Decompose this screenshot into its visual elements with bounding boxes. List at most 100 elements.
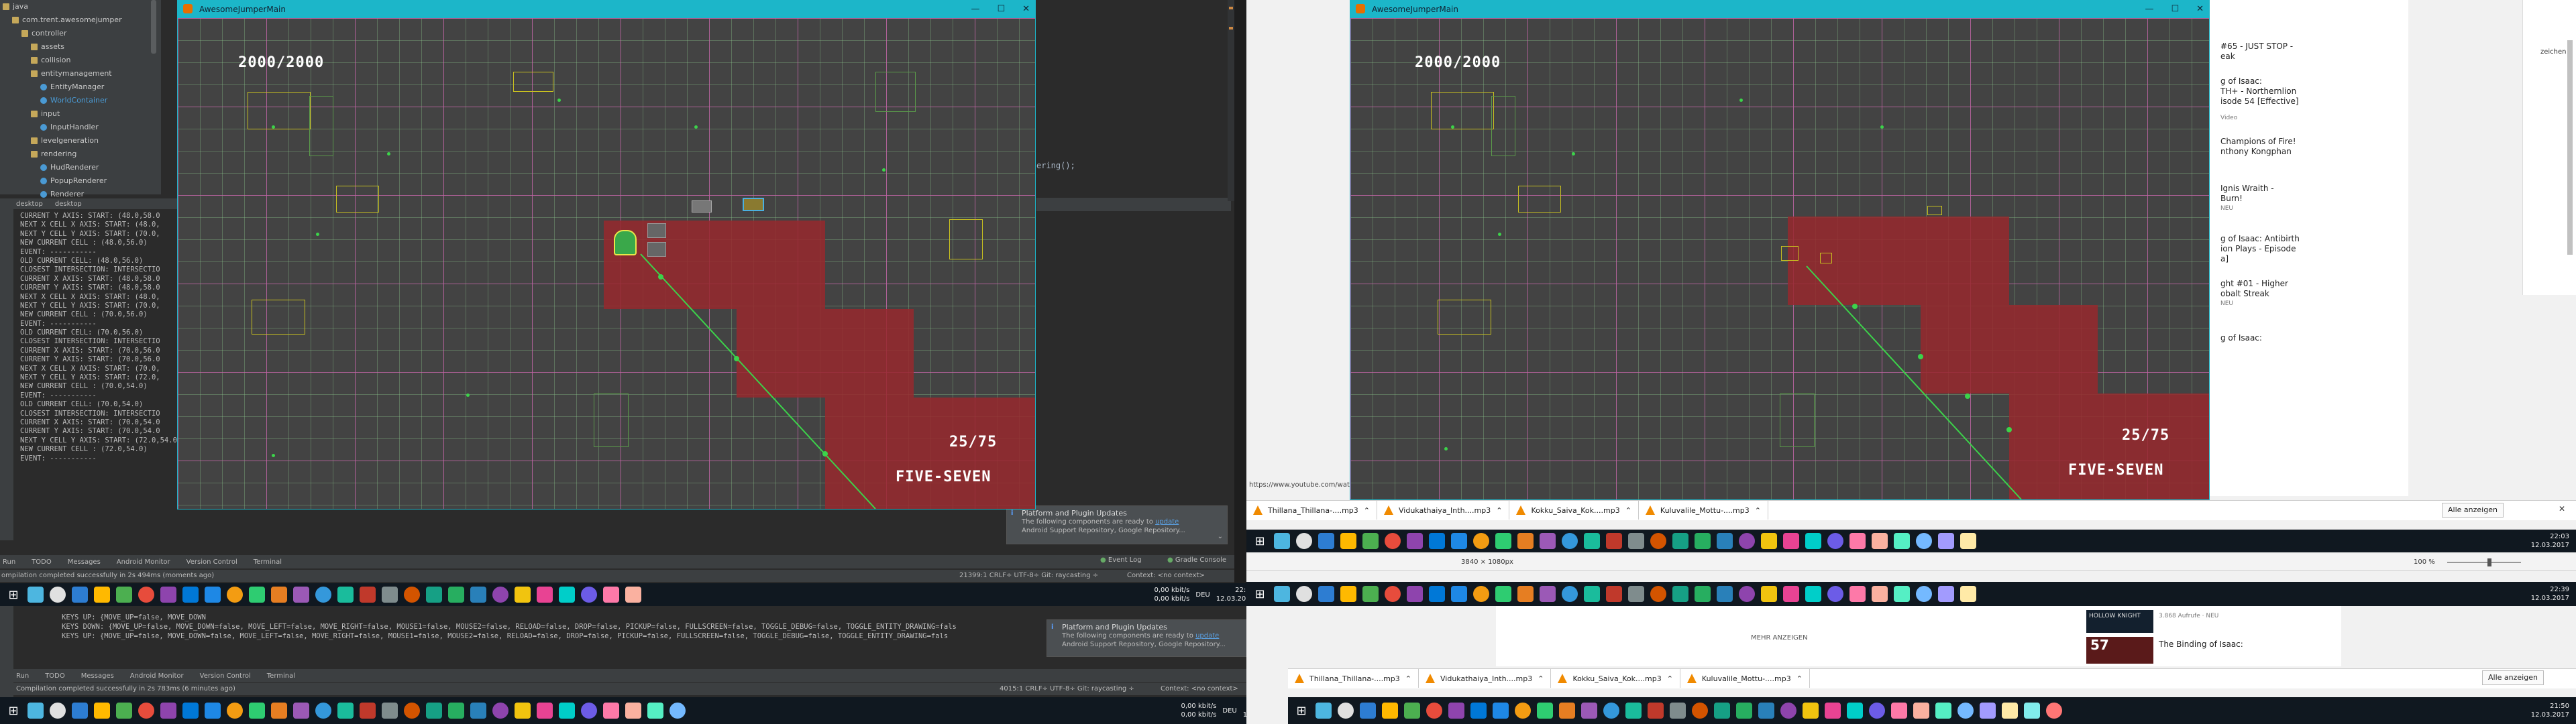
taskbar-app-icon[interactable] <box>1515 703 1531 719</box>
taskbar-app-icon[interactable] <box>116 587 132 603</box>
taskbar-app-icon[interactable] <box>1670 703 1686 719</box>
plugin-update-notification-2[interactable]: i Platform and Plugin Updates The follow… <box>1046 619 1268 657</box>
taskbar-app-icon[interactable] <box>337 587 354 603</box>
taskbar-app-icon[interactable] <box>1980 703 1996 719</box>
zoom-slider[interactable] <box>2447 558 2521 566</box>
tool-tab-version-control[interactable]: Version Control <box>186 558 237 566</box>
taskbar-app-icon[interactable] <box>1913 703 1929 719</box>
taskbar-app-icon[interactable] <box>1916 533 1932 549</box>
taskbar-app-icon[interactable] <box>271 703 287 719</box>
chevron-up-icon[interactable]: ⌃ <box>1496 506 1502 515</box>
maximize-icon[interactable]: ☐ <box>997 1 1005 18</box>
taskbar-app-icon[interactable] <box>1495 533 1511 549</box>
clock[interactable]: 21:5012.03.2017 <box>2531 702 2569 719</box>
language-indicator[interactable]: DEU <box>1222 707 1236 715</box>
taskbar-app-icon[interactable] <box>1318 586 1334 602</box>
chevron-down-icon[interactable]: ⌄ <box>1218 532 1223 541</box>
chevron-up-icon[interactable]: ⌃ <box>1538 674 1544 683</box>
taskbar-app-icon[interactable] <box>1872 586 1888 602</box>
taskbar-app-icon[interactable] <box>1340 586 1356 602</box>
taskbar-app-icon[interactable] <box>72 587 88 603</box>
video-title-fragment[interactable]: ion Plays - Episode <box>2220 244 2408 254</box>
taskbar-app-icon[interactable] <box>1517 586 1534 602</box>
taskbar-app-icon[interactable] <box>515 703 531 719</box>
tree-item[interactable]: InputHandler <box>3 121 161 134</box>
taskbar-app-icon[interactable] <box>1894 586 1910 602</box>
taskbar-app-icon[interactable] <box>1695 533 1711 549</box>
tree-scrollbar[interactable] <box>151 0 156 54</box>
game-canvas-2[interactable]: 2000/2000 25/75 FIVE-SEVEN <box>1350 18 2209 499</box>
taskbar-app-icon[interactable] <box>448 587 464 603</box>
tree-item[interactable]: PopupRenderer <box>3 174 161 188</box>
taskbar-app-icon[interactable] <box>293 587 309 603</box>
taskbar-app-icon[interactable] <box>1360 703 1376 719</box>
close-icon[interactable]: ✕ <box>1022 1 1030 18</box>
taskbar-app-icon[interactable] <box>1736 703 1752 719</box>
taskbar-app-icon[interactable] <box>1385 533 1401 549</box>
taskbar-app-icon[interactable] <box>1362 533 1379 549</box>
download-item[interactable]: Kokku_Saiva_Kok....mp3 ⌃ <box>1509 501 1639 520</box>
taskbar-app-icon[interactable] <box>1849 533 1866 549</box>
taskbar-app-icon[interactable] <box>1672 533 1688 549</box>
taskbar-app-icon[interactable] <box>1517 533 1534 549</box>
taskbar-app-icon[interactable] <box>337 703 354 719</box>
taskbar-app-icon[interactable] <box>1429 586 1445 602</box>
taskbar-app-icon[interactable] <box>1625 703 1642 719</box>
taskbar-app-icon[interactable] <box>2046 703 2062 719</box>
taskbar-app-icon[interactable] <box>1537 703 1553 719</box>
taskbar-app-icon[interactable] <box>1783 533 1799 549</box>
taskbar-app-icon[interactable] <box>470 703 486 719</box>
taskbar-app-icon[interactable] <box>1407 533 1423 549</box>
tree-item[interactable]: input <box>3 107 161 121</box>
taskbar-app-icon[interactable] <box>249 703 265 719</box>
minimize-icon[interactable]: — <box>971 1 979 18</box>
tree-item[interactable]: java <box>3 0 161 13</box>
maximize-icon[interactable]: ☐ <box>2171 1 2179 18</box>
update-link-2[interactable]: update <box>1195 632 1219 640</box>
download-item[interactable]: Kuluvalile_Mottu-....mp3 ⌃ <box>1639 501 1768 520</box>
taskbar-app-icon[interactable] <box>404 703 420 719</box>
taskbar-app-icon[interactable] <box>1803 703 1819 719</box>
tool-tab-todo[interactable]: TODO <box>32 558 52 566</box>
taskbar-app-icon[interactable] <box>1382 703 1398 719</box>
video-title-fragment[interactable]: isode 54 [Effective] <box>2220 97 2408 107</box>
taskbar-app-icon[interactable] <box>94 703 110 719</box>
taskbar-app-icon[interactable] <box>382 587 398 603</box>
taskbar-app-icon[interactable] <box>426 587 442 603</box>
taskbar-app-icon[interactable] <box>1916 586 1932 602</box>
taskbar-app-icon[interactable] <box>1451 586 1467 602</box>
chevron-up-icon[interactable]: ⌃ <box>1405 674 1411 683</box>
taskbar-app-icon[interactable] <box>1938 533 1954 549</box>
taskbar-app-icon[interactable] <box>1340 533 1356 549</box>
taskbar-app-icon[interactable] <box>1849 586 1866 602</box>
taskbar-app-icon[interactable] <box>1780 703 1796 719</box>
taskbar-app-icon[interactable] <box>1783 586 1799 602</box>
taskbar-app-icon[interactable] <box>1847 703 1863 719</box>
video-title-fragment[interactable]: obalt Streak <box>2220 289 2408 299</box>
taskbar-app-icon[interactable] <box>182 703 199 719</box>
chevron-up-icon[interactable]: ⌃ <box>1755 506 1761 515</box>
taskbar-app-icon[interactable] <box>205 587 221 603</box>
taskbar-app-icon[interactable] <box>227 587 243 603</box>
taskbar-app-icon[interactable] <box>1935 703 1951 719</box>
scroll-thumb[interactable] <box>2567 40 2573 255</box>
taskbar-app-icon[interactable] <box>1739 533 1755 549</box>
taskbar-app-icon[interactable] <box>1957 703 1974 719</box>
taskbar-app-icon[interactable] <box>94 587 110 603</box>
taskbar-app-icon[interactable] <box>1470 703 1487 719</box>
video-title-fragment[interactable]: #65 - JUST STOP - <box>2220 42 2408 52</box>
taskbar-app-icon[interactable] <box>1894 533 1910 549</box>
windows-start-icon[interactable]: ⊞ <box>1252 587 1268 601</box>
taskbar-app-icon[interactable] <box>271 587 287 603</box>
taskbar-app-icon[interactable] <box>50 703 66 719</box>
tool-tab-todo[interactable]: TODO <box>45 672 65 680</box>
download-item[interactable]: Vidukathaiya_Inth....mp3 ⌃ <box>1419 669 1552 688</box>
taskbar-app-icon[interactable] <box>1581 703 1597 719</box>
taskbar-app-icon[interactable] <box>1758 703 1774 719</box>
taskbar-app-icon[interactable] <box>492 703 508 719</box>
taskbar-app-icon[interactable] <box>1717 586 1733 602</box>
taskbar-app-icon[interactable] <box>1429 533 1445 549</box>
taskbar-app-icon[interactable] <box>1338 703 1354 719</box>
taskbar-app-icon[interactable] <box>1274 586 1290 602</box>
taskbar-app-icon[interactable] <box>1296 533 1312 549</box>
